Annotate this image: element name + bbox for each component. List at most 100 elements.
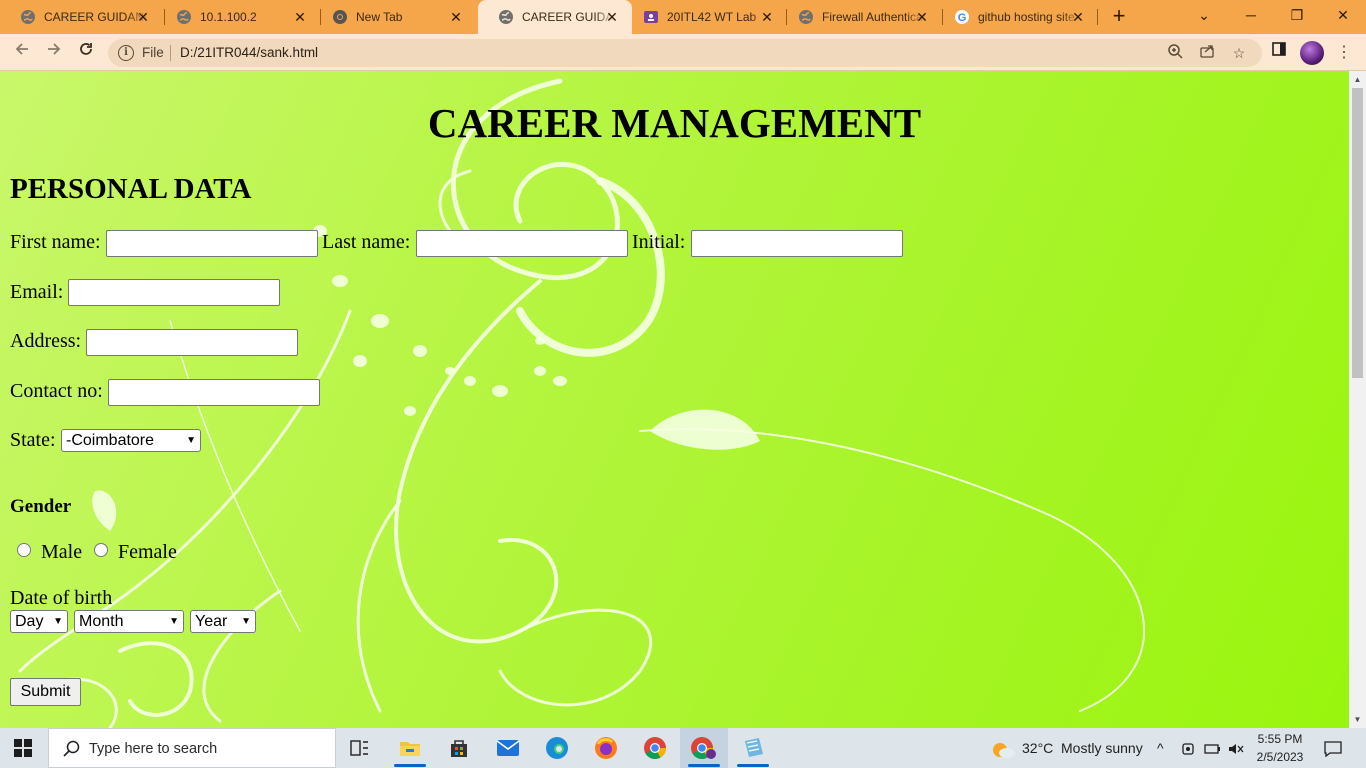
tab-title: github hosting site (978, 10, 1075, 24)
tab-search-chevron-icon[interactable]: ⌄ (1181, 0, 1227, 34)
mail-icon[interactable] (484, 728, 532, 768)
meet-now-icon[interactable] (1180, 728, 1196, 768)
tab-title: 20ITL42 WT Lab (667, 10, 757, 24)
close-icon[interactable]: ✕ (292, 9, 308, 25)
address-input[interactable] (86, 329, 298, 356)
chrome-profile-icon[interactable] (680, 728, 728, 768)
menu-kebab-icon[interactable]: ⋮ (1332, 41, 1356, 65)
year-value: Year (195, 613, 228, 630)
chevron-up-icon[interactable]: ^ (1157, 728, 1164, 768)
windows-start-icon[interactable] (14, 739, 32, 757)
close-icon[interactable]: ✕ (914, 9, 930, 25)
chevron-down-icon: ▼ (241, 616, 251, 627)
tab-divider (1097, 9, 1098, 25)
state-label: State: (10, 429, 56, 451)
address-bar[interactable]: i File D:/21ITR044/sank.html ☆ (108, 39, 1262, 67)
clock-date: 2/5/2023 (1256, 750, 1304, 764)
globe-icon (20, 9, 36, 25)
active-indicator (394, 764, 426, 767)
tab-wt-lab[interactable]: 20ITL42 WT Lab ✕ (623, 0, 787, 34)
notepad-icon[interactable] (729, 728, 777, 768)
close-icon[interactable]: ✕ (1070, 9, 1086, 25)
male-label: Male (41, 541, 83, 563)
microsoft-store-icon[interactable] (435, 728, 483, 768)
weather-icon[interactable] (990, 728, 1016, 768)
close-icon[interactable]: ✕ (759, 9, 775, 25)
tab-title: New Tab (356, 10, 403, 24)
globe-icon (498, 9, 514, 25)
tab-career-guidance-1[interactable]: CAREER GUIDANCE ✕ (0, 0, 163, 34)
active-indicator (688, 764, 720, 767)
taskbar-search-box[interactable]: Type here to search (48, 728, 336, 768)
profile-avatar[interactable] (1300, 41, 1324, 65)
globe-icon (798, 9, 814, 25)
battery-icon[interactable] (1203, 728, 1221, 768)
address-label: Address: (10, 330, 82, 352)
star-icon[interactable]: ☆ (1229, 43, 1249, 63)
close-icon[interactable]: ✕ (448, 9, 464, 25)
svg-text:G: G (958, 12, 967, 24)
tab-firewall-auth[interactable]: Firewall Authentication ✕ (778, 0, 942, 34)
close-icon[interactable]: ✕ (135, 9, 151, 25)
side-panel-icon[interactable] (1267, 41, 1291, 65)
close-icon[interactable]: ✕ (604, 9, 620, 25)
male-radio[interactable] (17, 543, 31, 557)
info-icon[interactable]: i (118, 45, 134, 61)
volume-muted-icon[interactable] (1227, 728, 1245, 768)
scroll-down-arrow-icon[interactable]: ▼ (1353, 715, 1362, 724)
new-tab-button[interactable]: + (1108, 5, 1130, 27)
section-heading: PERSONAL DATA (10, 173, 252, 205)
url-text[interactable]: D:/21ITR044/sank.html (180, 45, 318, 60)
page-title: CAREER MANAGEMENT (427, 100, 922, 146)
dob-label: Date of birth (10, 587, 113, 609)
scroll-up-arrow-icon[interactable]: ▲ (1353, 75, 1362, 84)
chevron-down-icon: ▼ (186, 435, 196, 446)
weather-temperature[interactable]: 32°C (1022, 728, 1053, 768)
day-value: Day (15, 613, 44, 630)
female-radio[interactable] (94, 543, 108, 557)
month-select[interactable]: Month ▼ (74, 610, 184, 633)
file-explorer-icon[interactable] (386, 728, 434, 768)
tab-title: CAREER GUIDANCE (522, 10, 614, 24)
share-icon[interactable] (1197, 43, 1217, 63)
arrow-left-icon (15, 43, 28, 55)
year-select[interactable]: Year ▼ (190, 610, 256, 633)
email-input[interactable] (68, 279, 280, 306)
firefox-icon[interactable] (582, 728, 630, 768)
restore-button[interactable]: ❐ (1274, 0, 1320, 34)
tab-career-guidance-active[interactable]: CAREER GUIDANCE ✕ (478, 0, 632, 34)
google-icon: G (954, 9, 970, 25)
globe-icon (176, 9, 192, 25)
submit-button[interactable]: Submit (10, 678, 81, 706)
female-label: Female (118, 541, 177, 563)
reload-icon (80, 43, 92, 55)
forward-button[interactable] (42, 41, 66, 65)
weather-description[interactable]: Mostly sunny (1061, 728, 1143, 768)
chrome-icon[interactable] (631, 728, 679, 768)
career-form-page: CAREER MANAGEMENT PERSONAL DATA First na… (0, 71, 1349, 728)
tab-github-hosting[interactable]: G github hosting site ✕ (934, 0, 1098, 34)
notifications-icon[interactable] (1324, 728, 1342, 768)
search-icon (63, 740, 80, 757)
reload-button[interactable] (74, 41, 98, 65)
initial-label: Initial: (632, 231, 686, 253)
tab-new-tab[interactable]: New Tab ✕ (312, 0, 476, 34)
first-name-input[interactable] (106, 230, 318, 257)
contact-input[interactable] (108, 379, 320, 406)
edge-icon[interactable] (533, 728, 581, 768)
page-scrollbar[interactable]: ▲ ▼ (1349, 71, 1366, 728)
system-clock[interactable]: 5:55 PM 2/5/2023 (1250, 730, 1310, 766)
active-indicator (737, 764, 769, 767)
zoom-icon[interactable] (1165, 43, 1185, 63)
last-name-input[interactable] (416, 230, 628, 257)
back-button[interactable] (10, 41, 34, 65)
close-window-button[interactable]: ✕ (1320, 0, 1366, 34)
task-view-icon[interactable] (336, 728, 384, 768)
arrow-right-icon (48, 43, 61, 55)
initial-input[interactable] (691, 230, 903, 257)
state-select[interactable]: -Coimbatore ▼ (61, 429, 201, 452)
tab-10-1-100-2[interactable]: 10.1.100.2 ✕ (156, 0, 320, 34)
minimize-button[interactable]: ─ (1228, 0, 1274, 34)
scrollbar-thumb[interactable] (1352, 88, 1363, 378)
day-select[interactable]: Day ▼ (10, 610, 68, 633)
